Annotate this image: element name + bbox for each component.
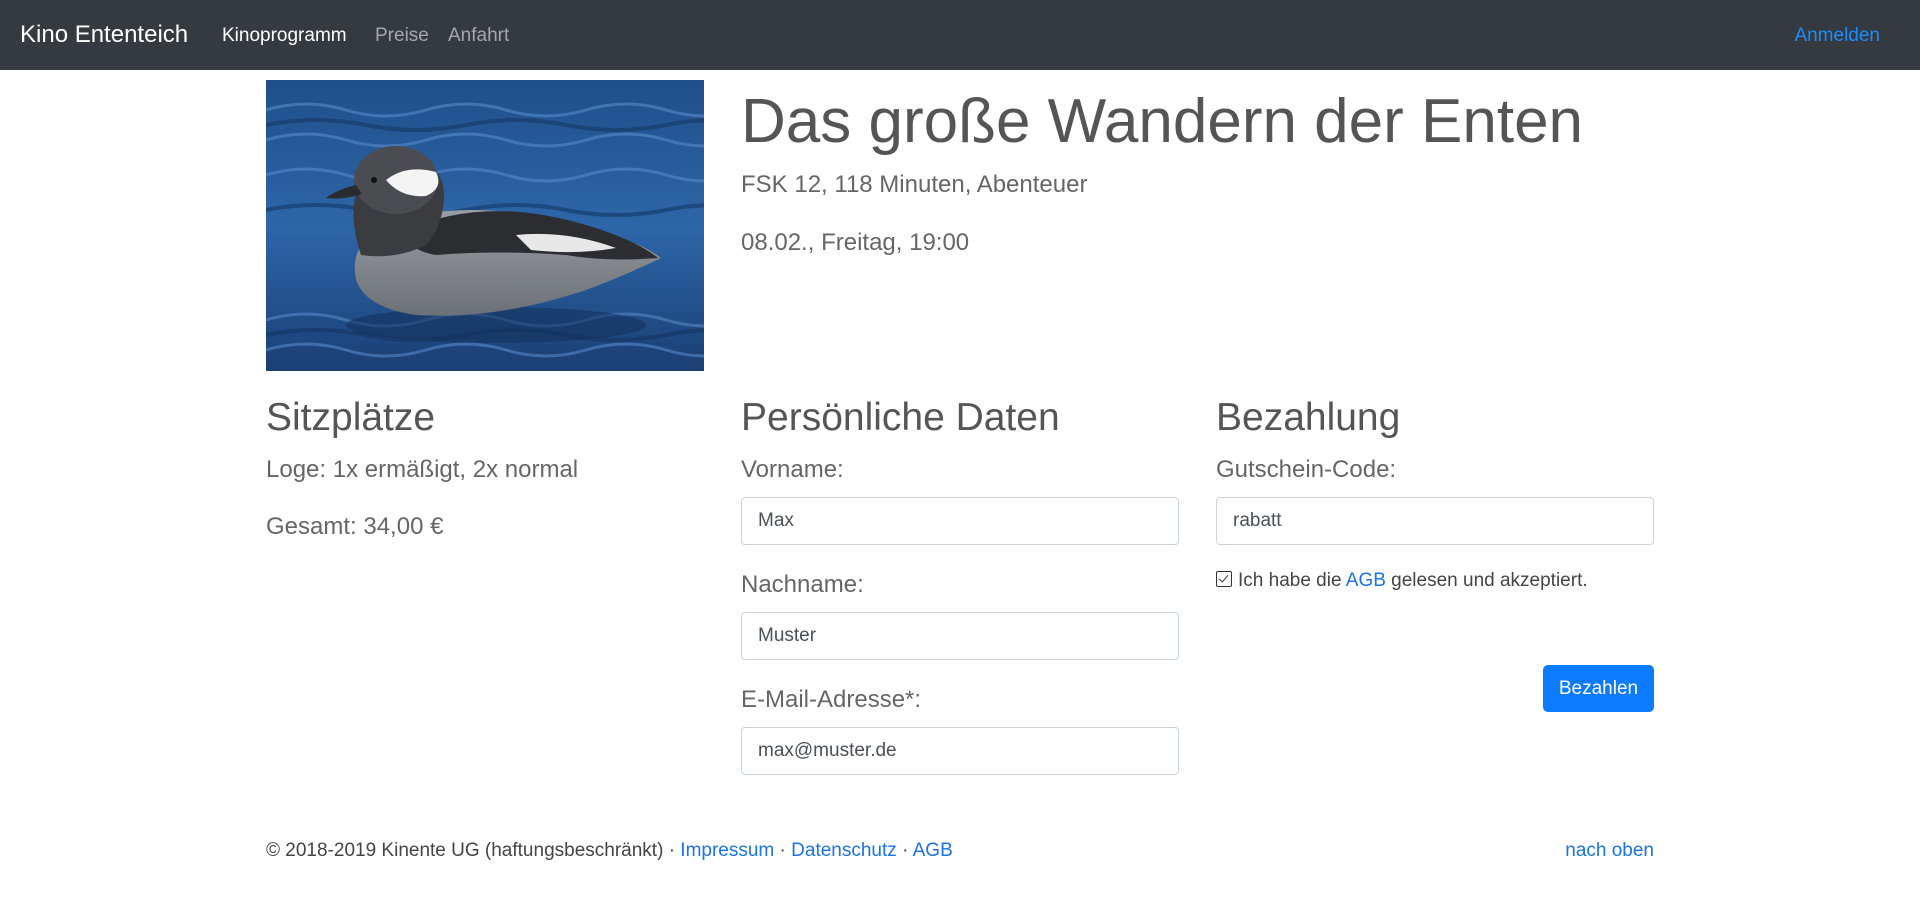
footer-separator: ·	[668, 840, 676, 861]
brand-logo[interactable]: Kino Ententeich	[20, 20, 188, 50]
terms-prefix: Ich habe die	[1238, 570, 1342, 591]
voucher-label: Gutschein-Code:	[1216, 456, 1397, 483]
firstname-input[interactable]	[741, 497, 1179, 545]
terms-suffix: gelesen und akzeptiert.	[1391, 570, 1588, 591]
footer-impressum-link[interactable]: Impressum	[680, 840, 774, 861]
payment-heading: Bezahlung	[1216, 396, 1401, 439]
footer-copyright: © 2018-2019 Kinente UG (haftungsbeschrän…	[266, 840, 664, 861]
lastname-input[interactable]	[741, 612, 1179, 660]
lastname-label: Nachname:	[741, 571, 864, 598]
movie-title: Das große Wandern der Enten	[741, 87, 1584, 156]
terms-agb-link[interactable]: AGB	[1346, 570, 1386, 591]
movie-info: FSK 12, 118 Minuten, Abenteuer	[741, 171, 1088, 198]
nav-preise[interactable]: Preise	[375, 24, 429, 48]
firstname-label: Vorname:	[741, 456, 844, 483]
pay-button[interactable]: Bezahlen	[1543, 665, 1654, 712]
voucher-input[interactable]	[1216, 497, 1654, 545]
duck-photo-icon	[266, 80, 704, 371]
footer-separator: ·	[779, 840, 786, 861]
back-to-top-link[interactable]: nach oben	[1565, 838, 1654, 864]
login-link[interactable]: Anmelden	[1794, 24, 1880, 48]
nav-kinoprogramm[interactable]: Kinoprogramm	[222, 24, 347, 48]
footer-agb-link[interactable]: AGB	[913, 840, 953, 861]
terms-checkbox[interactable]	[1216, 571, 1232, 587]
navbar: Kino Ententeich Kinoprogramm Preise Anfa…	[0, 0, 1920, 70]
nav-anfahrt[interactable]: Anfahrt	[448, 24, 509, 48]
email-input[interactable]	[741, 727, 1179, 775]
seats-heading: Sitzplätze	[266, 396, 436, 439]
footer: © 2018-2019 Kinente UG (haftungsbeschrän…	[266, 838, 953, 864]
terms-row: Ich habe die AGB gelesen und akzeptiert.	[1216, 568, 1588, 594]
footer-separator: ·	[902, 840, 909, 861]
personal-heading: Persönliche Daten	[741, 396, 1060, 439]
seats-selection: Loge: 1x ermäßigt, 2x normal	[266, 456, 579, 483]
movie-showtime: 08.02., Freitag, 19:00	[741, 229, 970, 256]
movie-poster	[266, 80, 704, 371]
footer-datenschutz-link[interactable]: Datenschutz	[791, 840, 897, 861]
seats-total: Gesamt: 34,00 €	[266, 513, 444, 540]
email-label: E-Mail-Adresse*:	[741, 686, 922, 713]
